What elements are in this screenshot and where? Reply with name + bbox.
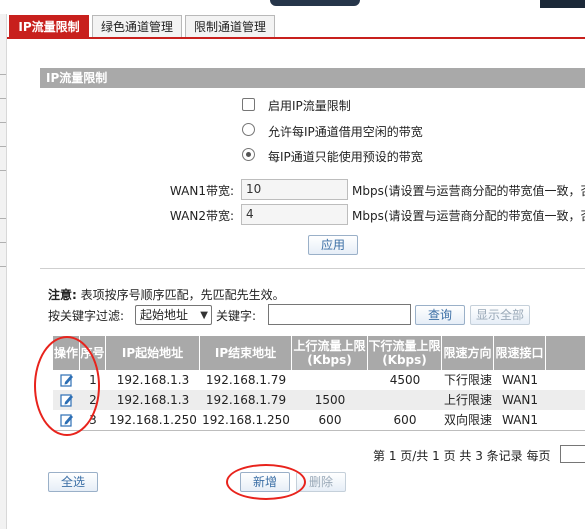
cell-down-limit: 4500 — [389, 373, 421, 387]
left-gutter — [0, 14, 7, 529]
tab-green-channel[interactable]: 绿色通道管理 — [92, 15, 182, 37]
cell-up-limit: 600 — [318, 413, 342, 427]
cell-start-ip: 192.168.1.3 — [116, 373, 190, 387]
gutter-tick — [0, 266, 6, 267]
cell-interface: WAN1 — [501, 373, 539, 387]
col-header-end-ip: IP结束地址 — [200, 336, 292, 370]
col-header-extra — [546, 336, 585, 370]
gutter-tick — [0, 74, 6, 75]
wan1-input[interactable]: 10 — [241, 179, 348, 200]
gutter-tick — [0, 218, 6, 219]
wan2-input[interactable]: 4 — [241, 204, 348, 225]
cell-direction: 下行限速 — [443, 373, 492, 387]
wan2-unit: Mbps(请设置与运营商分配的带宽值一致，否 — [352, 209, 585, 223]
keyword-label: 关键字: — [216, 309, 257, 323]
cell-up-limit — [292, 370, 368, 390]
cell-end-ip: 192.168.1.79 — [205, 373, 287, 387]
cell-end-ip: 192.168.1.250 — [202, 413, 290, 427]
divider — [40, 268, 585, 269]
show-all-button[interactable]: 显示全部 — [470, 305, 530, 325]
gutter-tick — [0, 242, 6, 243]
enable-checkbox[interactable] — [242, 98, 255, 111]
gutter-tick — [0, 146, 6, 147]
table-row: 1 192.168.1.3 192.168.1.79 4500 下行限速 WAN… — [53, 370, 585, 390]
select-all-button[interactable]: 全选 — [48, 472, 98, 492]
apply-button[interactable]: 应用 — [308, 235, 358, 255]
tab-underline — [7, 37, 585, 39]
wan1-label: WAN1带宽: — [169, 184, 234, 198]
col-header-down-limit: 下行流量上限 (Kbps) — [368, 336, 442, 370]
section-title: IP流量限制 — [40, 68, 585, 88]
wan2-label: WAN2带宽: — [169, 209, 234, 223]
col-header-direction: 限速方向 — [442, 336, 494, 370]
table-row: 3 192.168.1.250 192.168.1.250 600 600 双向… — [53, 410, 585, 430]
cell-start-ip: 192.168.1.3 — [116, 393, 190, 407]
filter-label: 按关键字过滤: — [48, 309, 125, 323]
pager-text: 第 1 页/共 1 页 共 3 条记录 每页 — [373, 449, 551, 463]
annotation-circle-edit — [34, 336, 100, 436]
cell-down-limit — [368, 390, 442, 410]
cell-start-ip: 192.168.1.250 — [109, 413, 197, 427]
tab-limit-channel[interactable]: 限制通道管理 — [185, 15, 275, 37]
header-decoration — [270, 0, 360, 6]
cell-down-limit: 600 — [393, 413, 417, 427]
search-button[interactable]: 查询 — [415, 305, 465, 325]
note-prefix: 注意: — [48, 288, 77, 302]
preset-label: 每IP通道只能使用预设的带宽 — [268, 150, 423, 164]
filter-select-value: 起始地址 — [140, 308, 189, 322]
borrow-label: 允许每IP通道借用空闲的带宽 — [268, 125, 423, 139]
preset-radio[interactable] — [242, 148, 255, 161]
table-bottom-border — [53, 430, 585, 431]
note: 注意: 表项按序号顺序匹配，先匹配先生效。 — [48, 286, 285, 303]
filter-select[interactable]: 起始地址 ▼ — [135, 305, 212, 325]
header-decoration-right — [540, 0, 585, 8]
cell-up-limit: 1500 — [314, 393, 346, 407]
cell-interface: WAN1 — [501, 413, 539, 427]
keyword-input[interactable] — [268, 304, 411, 325]
gutter-tick — [0, 98, 6, 99]
cell-direction: 双向限速 — [443, 413, 492, 427]
col-header-up-limit: 上行流量上限 (Kbps) — [292, 336, 368, 370]
note-text: 表项按序号顺序匹配，先匹配先生效。 — [80, 288, 285, 302]
col-header-start-ip: IP起始地址 — [106, 336, 200, 370]
gutter-tick — [0, 170, 6, 171]
tab-ip-flow-limit[interactable]: IP流量限制 — [9, 15, 89, 37]
col-header-interface: 限速接口 — [494, 336, 546, 370]
annotation-circle-add — [226, 464, 306, 500]
page-size-input[interactable] — [560, 445, 585, 463]
cell-direction: 上行限速 — [443, 393, 492, 407]
cell-interface: WAN1 — [501, 393, 539, 407]
borrow-radio[interactable] — [242, 123, 255, 136]
cell-end-ip: 192.168.1.79 — [205, 393, 287, 407]
enable-label: 启用IP流量限制 — [268, 99, 351, 113]
table-row: 2 192.168.1.3 192.168.1.79 1500 上行限速 WAN… — [53, 390, 585, 410]
gutter-tick — [0, 122, 6, 123]
chevron-down-icon: ▼ — [200, 310, 208, 321]
wan1-unit: Mbps(请设置与运营商分配的带宽值一致，否 — [352, 184, 585, 198]
